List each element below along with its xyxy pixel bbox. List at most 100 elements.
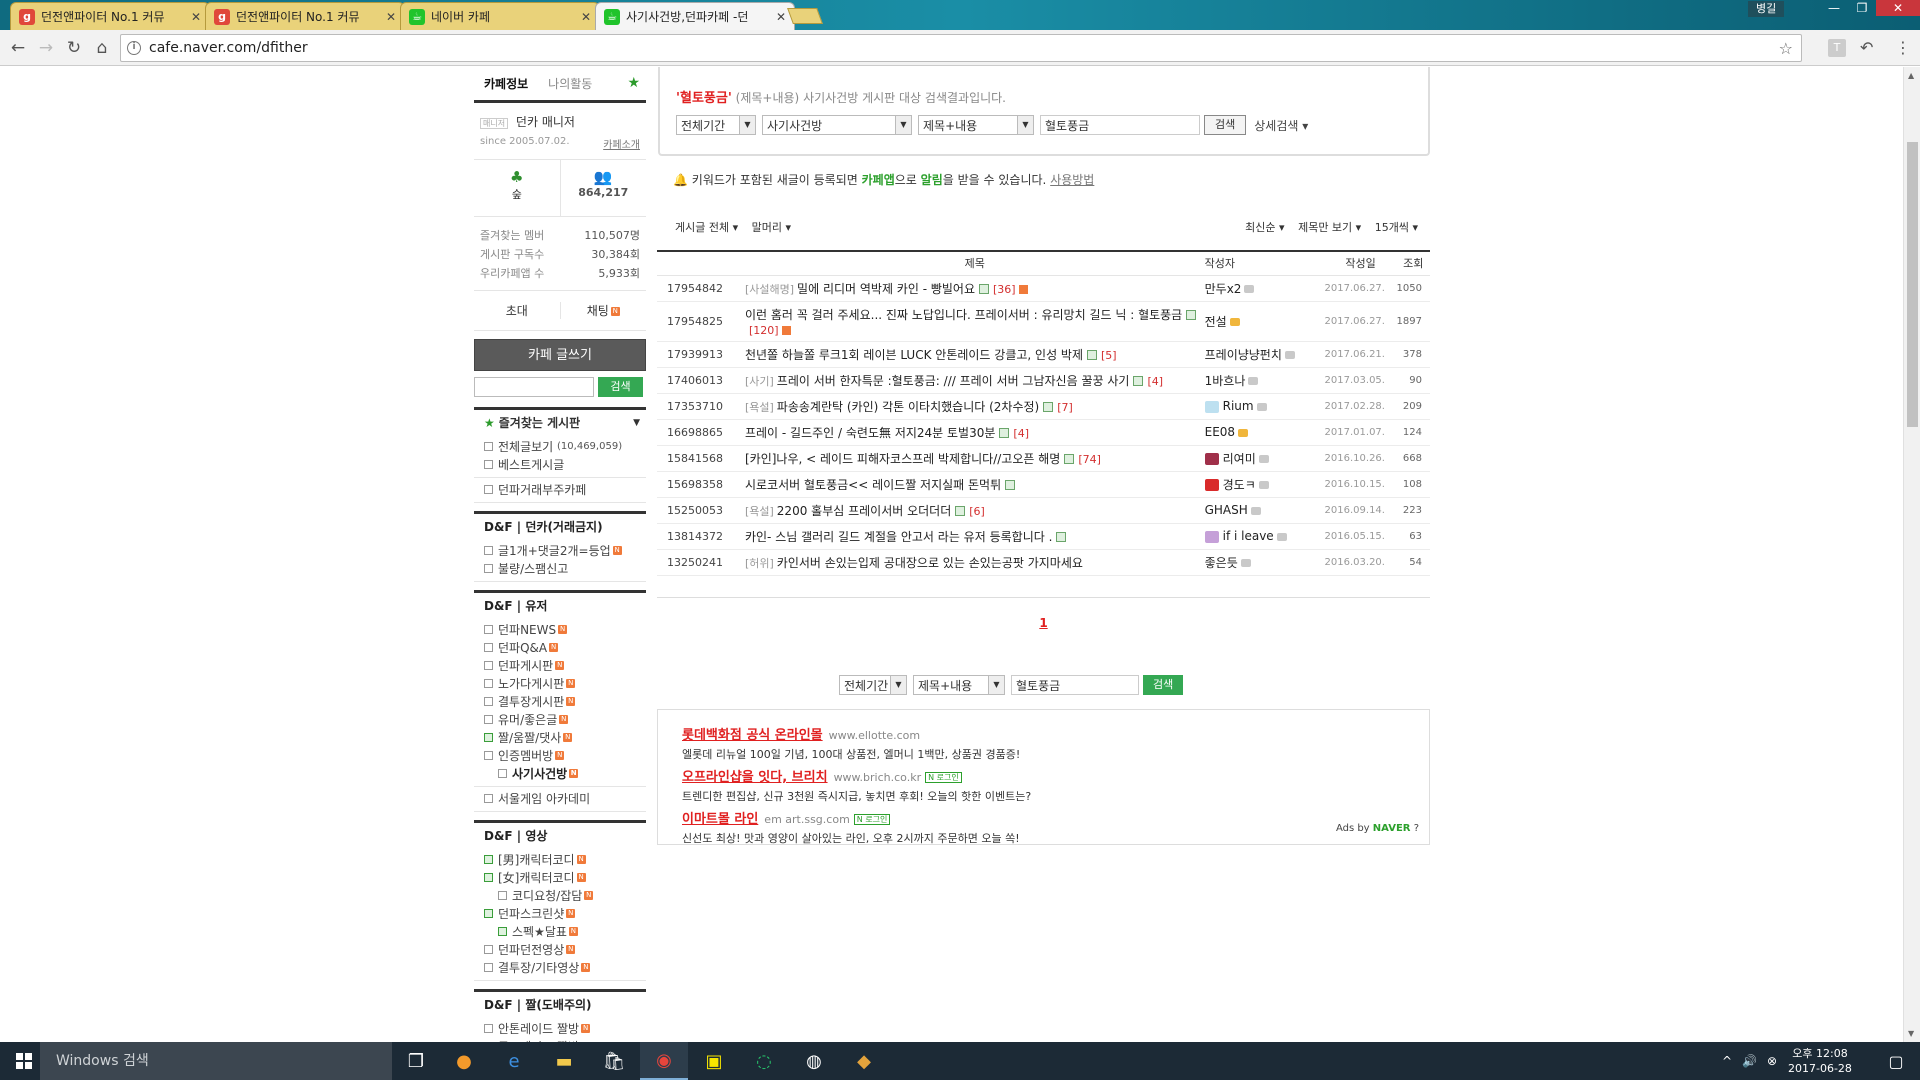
post-title[interactable]: 카인서버 손있는입제 공대장으로 있는 손있는공팟 가지마세요	[777, 556, 1083, 570]
reply-arrow-icon[interactable]: ↶	[1860, 38, 1873, 57]
store-icon[interactable]: 🛍	[590, 1042, 638, 1080]
sidebar-item-academy[interactable]: 서울게임 아카데미	[484, 789, 646, 807]
comment-count[interactable]: [4]	[1147, 375, 1163, 388]
cafe-level[interactable]: ♣ 숲	[474, 160, 561, 216]
post-author[interactable]: EE08	[1205, 425, 1235, 439]
search-input[interactable]: 혈토풍금	[1040, 115, 1200, 135]
comment-count[interactable]: [120]	[749, 324, 779, 337]
sidebar-item[interactable]: [男]캐릭터코디 N	[484, 850, 646, 868]
post-author-cell[interactable]: 좋은듯	[1204, 549, 1325, 576]
windows-search-box[interactable]: Windows 검색	[40, 1042, 392, 1080]
post-title[interactable]: 프레이 - 길드주인 / 숙련도無 저지24분 토벌30분	[745, 426, 995, 440]
panda-app-icon[interactable]: ◍	[790, 1042, 838, 1080]
sidebar-item[interactable]: 던파스크린샷 N	[484, 904, 646, 922]
browser-tab-4[interactable]: ☕ 사기사건방,던파카페 -던 ✕	[595, 2, 795, 30]
profile-chip[interactable]: 병길	[1748, 1, 1785, 17]
chat-button[interactable]: 채팅 N	[561, 302, 647, 319]
post-author-cell[interactable]: 전설	[1204, 301, 1325, 342]
ad-url[interactable]: em art.ssg.com	[764, 813, 850, 826]
post-author-cell[interactable]: Rium	[1204, 393, 1325, 420]
sidebar-item[interactable]: 짤/움짤/댓사 N	[484, 728, 646, 746]
cafe-intro-link[interactable]: 카페소개	[603, 136, 640, 151]
sidebar-item[interactable]: [女]캐릭터코디 N	[484, 868, 646, 886]
edge-browser-icon[interactable]: e	[490, 1042, 538, 1080]
post-title[interactable]: [카인]나우, < 레이드 피해자코스프레 박제합니다//고오픈 해명	[745, 452, 1060, 466]
bottom-search-button[interactable]: 검색	[1143, 675, 1184, 695]
bottom-field-select[interactable]: 제목+내용 ▼	[913, 675, 1005, 695]
invite-button[interactable]: 초대	[474, 302, 561, 319]
sidebar-item[interactable]: 글1개+댓글2개=등업 N	[484, 541, 646, 559]
post-title[interactable]: 파송송계란탁 (카인) 각톤 이타치했습니다 (2차수정)	[777, 400, 1039, 414]
network-icon[interactable]: ⊗	[1767, 1054, 1777, 1068]
ads-by-naver[interactable]: Ads by NAVER ?	[1336, 823, 1419, 834]
board-select[interactable]: 사기사건방 ▼	[762, 115, 912, 135]
post-author[interactable]: 경도ㅋ	[1223, 478, 1256, 492]
reload-icon[interactable]: ↻	[64, 38, 84, 58]
comment-count[interactable]: [4]	[1013, 427, 1029, 440]
post-author[interactable]: 프레이냥냥펀치	[1205, 348, 1282, 362]
post-title-cell[interactable]: [욕설] 파송송계란탁 (카인) 각톤 이타치했습니다 (2차수정) [7]	[744, 393, 1205, 420]
table-row[interactable]: 17939913 천년쫄 하늘쫄 루크1회 레이븐 LUCK 안톤레이드 강클고,…	[657, 341, 1430, 368]
sidebar-item-all-posts[interactable]: 전체글보기 (10,469,059)	[484, 437, 646, 455]
table-row[interactable]: 16698865 프레이 - 길드주인 / 숙련도無 저지24분 토벌30분 [4]…	[657, 419, 1430, 446]
post-author-cell[interactable]: 만두x2	[1204, 275, 1325, 302]
post-title[interactable]: 밀에 리디머 역박제 카인 - 빵빌어요	[797, 282, 975, 296]
tab-cafe-info[interactable]: 카페정보	[474, 75, 538, 92]
all-posts-dropdown[interactable]: 게시글 전체 ▾	[675, 221, 738, 234]
table-row[interactable]: 17353710 [욕설] 파송송계란탁 (카인) 각톤 이타치했습니다 (2차수정…	[657, 393, 1430, 420]
sidebar-item[interactable]: 던파던전영상 N	[484, 940, 646, 958]
sidebar-item[interactable]: 유머/좋은글 N	[484, 710, 646, 728]
ad-title-link[interactable]: 오프라인샵을 잇다, 브리치	[682, 770, 828, 785]
search-button[interactable]: 검색	[1204, 115, 1247, 135]
table-row[interactable]: 17954842 [사설해명] 밀에 리디머 역박제 카인 - 빵빌어요 [36] 만두…	[657, 275, 1430, 302]
chrome-icon[interactable]: ◉	[640, 1042, 688, 1080]
post-title-cell[interactable]: 카인- 스님 갤러리 길드 계절을 안고서 라는 유저 등록합니다 .	[744, 523, 1205, 550]
sort-dropdown[interactable]: 최신순 ▾	[1245, 221, 1284, 234]
file-explorer-icon[interactable]: ▬	[540, 1042, 588, 1080]
tray-chevron-icon[interactable]: ^	[1722, 1054, 1732, 1068]
usage-link[interactable]: 사용방법	[1050, 173, 1094, 187]
post-author[interactable]: 리여미	[1223, 452, 1256, 466]
post-author[interactable]: 1바흐나	[1205, 374, 1246, 388]
post-author-cell[interactable]: EE08	[1204, 419, 1325, 446]
sidebar-item[interactable]: 불량/스팸신고	[484, 559, 646, 577]
new-tab-button[interactable]	[787, 8, 823, 24]
page-number[interactable]: 1	[1039, 616, 1047, 630]
bottom-period-select[interactable]: 전체기간 ▼	[839, 675, 907, 695]
sidebar-item[interactable]: 던파NEWS N	[484, 620, 646, 638]
per-page-dropdown[interactable]: 15개씩 ▾	[1375, 221, 1418, 234]
caret-down-icon[interactable]: ▼	[633, 418, 640, 428]
window-close-icon[interactable]: ✕	[1876, 0, 1920, 16]
field-select[interactable]: 제목+내용 ▼	[918, 115, 1034, 135]
taskbar-clock[interactable]: 오후 12:08 2017-06-28	[1788, 1046, 1852, 1076]
favorite-star-icon[interactable]: ★	[627, 75, 640, 91]
post-author-cell[interactable]: 경도ㅋ	[1204, 471, 1325, 498]
sidebar-item[interactable]: 결투장/기타영상 N	[484, 958, 646, 976]
post-title-cell[interactable]: [허위] 카인서버 손있는입제 공대장으로 있는 손있는공팟 가지마세요	[744, 549, 1205, 576]
post-author[interactable]: if i leave	[1223, 529, 1274, 543]
view-dropdown[interactable]: 제목만 보기 ▾	[1298, 221, 1361, 234]
table-row[interactable]: 15250053 [욕설] 2200 홀부심 프레이서버 오더더더 [6] GHASH 2…	[657, 497, 1430, 524]
page-scrollbar[interactable]: ▲ ▼	[1903, 67, 1920, 1042]
scroll-thumb[interactable]	[1907, 142, 1918, 427]
scroll-down-icon[interactable]: ▼	[1908, 1029, 1914, 1038]
post-author[interactable]: Rium	[1223, 399, 1254, 413]
browser-tab-2[interactable]: g 던전앤파이터 No.1 커뮤 ✕	[205, 2, 405, 30]
ad-url[interactable]: www.ellotte.com	[829, 729, 920, 742]
post-title-cell[interactable]: 이런 홈러 꼭 걸러 주세요... 진짜 노답입니다. 프레이서버 : 유리망치…	[744, 301, 1205, 342]
ad-title-link[interactable]: 롯데백화점 공식 온라인몰	[682, 728, 823, 743]
member-count-block[interactable]: 👥 864,217	[561, 160, 647, 216]
close-icon[interactable]: ✕	[581, 10, 591, 24]
manager-name[interactable]: 던카 매니저	[516, 115, 575, 129]
table-row[interactable]: 13250241 [허위] 카인서버 손있는입제 공대장으로 있는 손있는공팟 가지…	[657, 549, 1430, 576]
sidebar-item[interactable]: 스펙★달표 N	[484, 922, 646, 940]
back-icon[interactable]: ←	[8, 38, 28, 58]
table-row[interactable]: 13814372 카인- 스님 갤러리 길드 계절을 안고서 라는 유저 등록합니…	[657, 523, 1430, 550]
extension-icon[interactable]: T	[1828, 39, 1846, 57]
post-title-cell[interactable]: [사설해명] 밀에 리디머 역박제 카인 - 빵빌어요 [36]	[744, 275, 1205, 302]
task-view-icon[interactable]: ❐	[392, 1042, 440, 1080]
bookmark-star-icon[interactable]: ☆	[1779, 39, 1793, 58]
bottom-search-input[interactable]: 혈토풍금	[1011, 675, 1139, 695]
post-title[interactable]: 프레이 서버 한자특문 :혈토풍금: /// 프레이 서버 그남자신음 꿀꿍 사…	[777, 374, 1130, 388]
sidebar-item[interactable]: 결투장게시판 N	[484, 692, 646, 710]
